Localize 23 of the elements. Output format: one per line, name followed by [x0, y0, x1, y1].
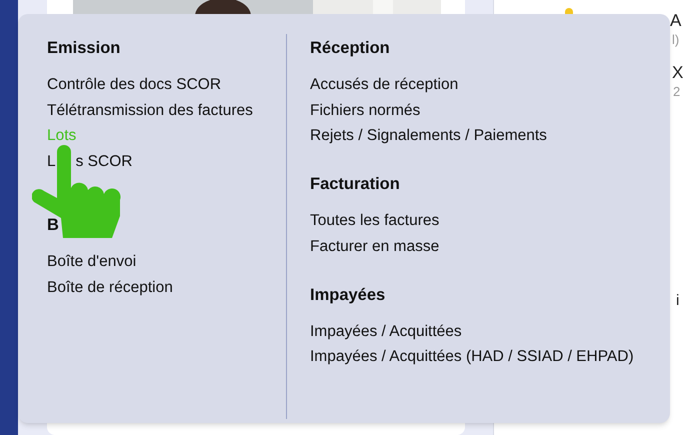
row-title: A: [670, 10, 682, 32]
menu-link[interactable]: Boîte de réception: [47, 274, 173, 300]
menu-link[interactable]: Fichiers normés: [310, 98, 420, 124]
menu-link[interactable]: s SCOR: [76, 149, 132, 175]
menu-link[interactable]: Facturer en masse: [310, 234, 440, 260]
menu-link[interactable]: Toutes les factures: [310, 208, 440, 234]
section-heading: Réception: [310, 38, 391, 58]
menu-link[interactable]: Contrôle des docs SCOR: [47, 72, 222, 98]
section-heading: Emission: [47, 38, 122, 58]
menu-link[interactable]: Télétransmission des factures: [47, 98, 253, 124]
menu-link[interactable]: Boîte d'envoi: [47, 248, 136, 275]
section-heading: Impayées: [310, 284, 386, 305]
menu-link[interactable]: Accusés de réception: [310, 72, 458, 98]
menu-link[interactable]: Impayées / Acquittées (HAD / SSIAD / EHPAD): [310, 344, 634, 370]
menu-link[interactable]: Rejets / Signalements / Paiements: [310, 123, 547, 150]
menu-link[interactable]: L: [47, 149, 56, 175]
section-heading: B: [47, 214, 60, 235]
note-text: i: [676, 291, 680, 311]
row-subtitle: l): [672, 31, 680, 49]
row-title: X: [672, 62, 683, 84]
section-heading: Facturation: [310, 174, 401, 194]
menu-link[interactable]: Impayées / Acquittées: [310, 318, 462, 344]
row-subtitle: 2: [673, 83, 680, 101]
